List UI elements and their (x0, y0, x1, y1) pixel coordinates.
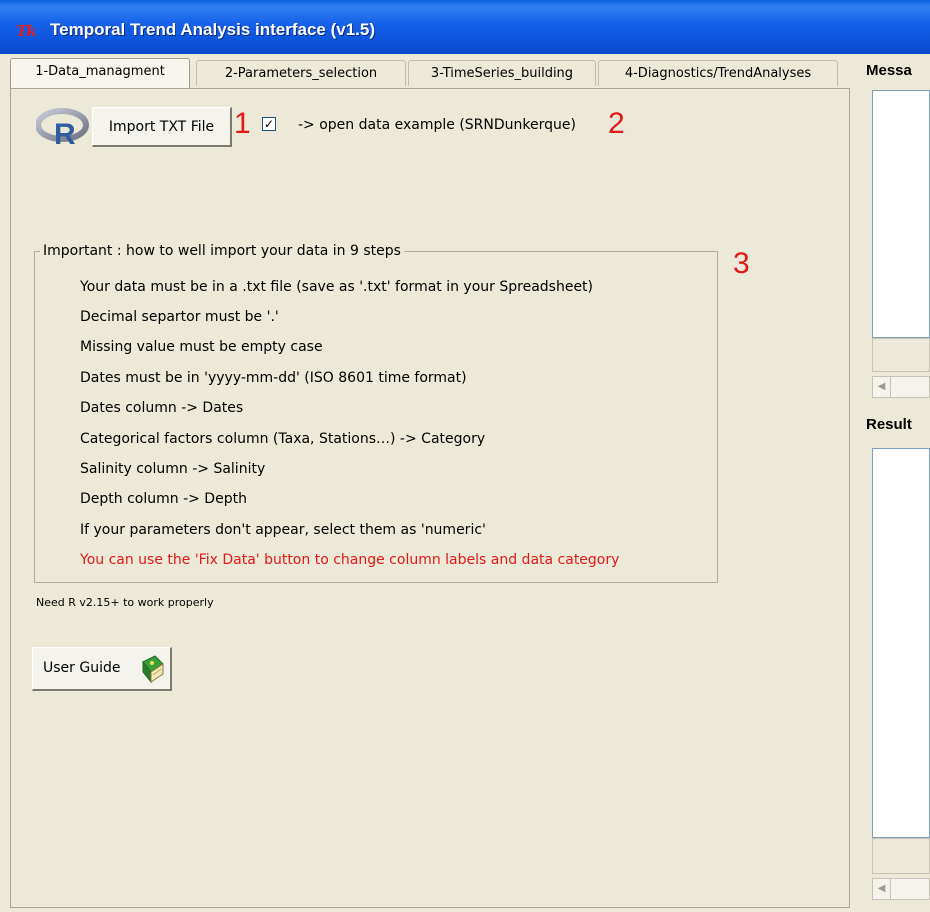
step-item: Dates column -> Dates (80, 400, 244, 416)
window-title: Temporal Trend Analysis interface (v1.5) (50, 20, 376, 39)
scroll-left-icon[interactable]: ◀ (873, 377, 891, 397)
user-guide-label: User Guide (43, 660, 121, 676)
tab-parameters-selection[interactable]: 2-Parameters_selection (196, 60, 406, 86)
results-label: Result (866, 416, 912, 433)
tab-data-managment[interactable]: 1-Data_managment (10, 58, 190, 88)
user-guide-button[interactable]: User Guide (32, 647, 172, 691)
import-steps-title: Important : how to well import your data… (40, 243, 404, 259)
step-item: Categorical factors column (Taxa, Statio… (80, 431, 486, 447)
step-item: Salinity column -> Salinity (80, 461, 266, 477)
tab-diagnostics-trendanalyses[interactable]: 4-Diagnostics/TrendAnalyses (598, 60, 838, 86)
tk-app-icon: Tk (16, 22, 37, 40)
messages-label: Messa (866, 62, 912, 79)
tab-timeseries-building[interactable]: 3-TimeSeries_building (408, 60, 596, 86)
book-icon (142, 655, 164, 684)
annotation-2: 2 (608, 107, 625, 140)
annotation-1: 1 (234, 107, 251, 140)
step-item: Missing value must be empty case (80, 339, 323, 355)
app-window: Tk Temporal Trend Analysis interface (v1… (0, 0, 930, 912)
results-textbox[interactable] (872, 448, 930, 838)
r-version-note: Need R v2.15+ to work properly (36, 596, 214, 609)
import-txt-button[interactable]: Import TXT File (92, 107, 232, 147)
title-bar[interactable]: Tk Temporal Trend Analysis interface (v1… (0, 0, 930, 54)
scroll-left-icon[interactable]: ◀ (873, 879, 891, 899)
step-item-fix-data-hint: You can use the 'Fix Data' button to cha… (80, 552, 620, 568)
example-data-label: -> open data example (SRNDunkerque) (298, 117, 576, 133)
r-logo-icon: R (36, 108, 89, 149)
step-item: If your parameters don't appear, select … (80, 522, 486, 538)
annotation-3: 3 (733, 247, 750, 280)
messages-button-bar (872, 338, 930, 372)
results-button-bar (872, 838, 930, 874)
step-item: Your data must be in a .txt file (save a… (80, 279, 594, 295)
step-item: Decimal separtor must be '.' (80, 309, 279, 325)
step-item: Dates must be in 'yyyy-mm-dd' (ISO 8601 … (80, 370, 467, 386)
example-data-checkbox[interactable]: ✓ (262, 117, 276, 131)
results-scrollbar[interactable]: ◀ (872, 878, 930, 900)
messages-textbox[interactable] (872, 90, 930, 338)
step-item: Depth column -> Depth (80, 491, 247, 507)
messages-scrollbar[interactable]: ◀ (872, 376, 930, 398)
svg-text:R: R (54, 118, 76, 149)
